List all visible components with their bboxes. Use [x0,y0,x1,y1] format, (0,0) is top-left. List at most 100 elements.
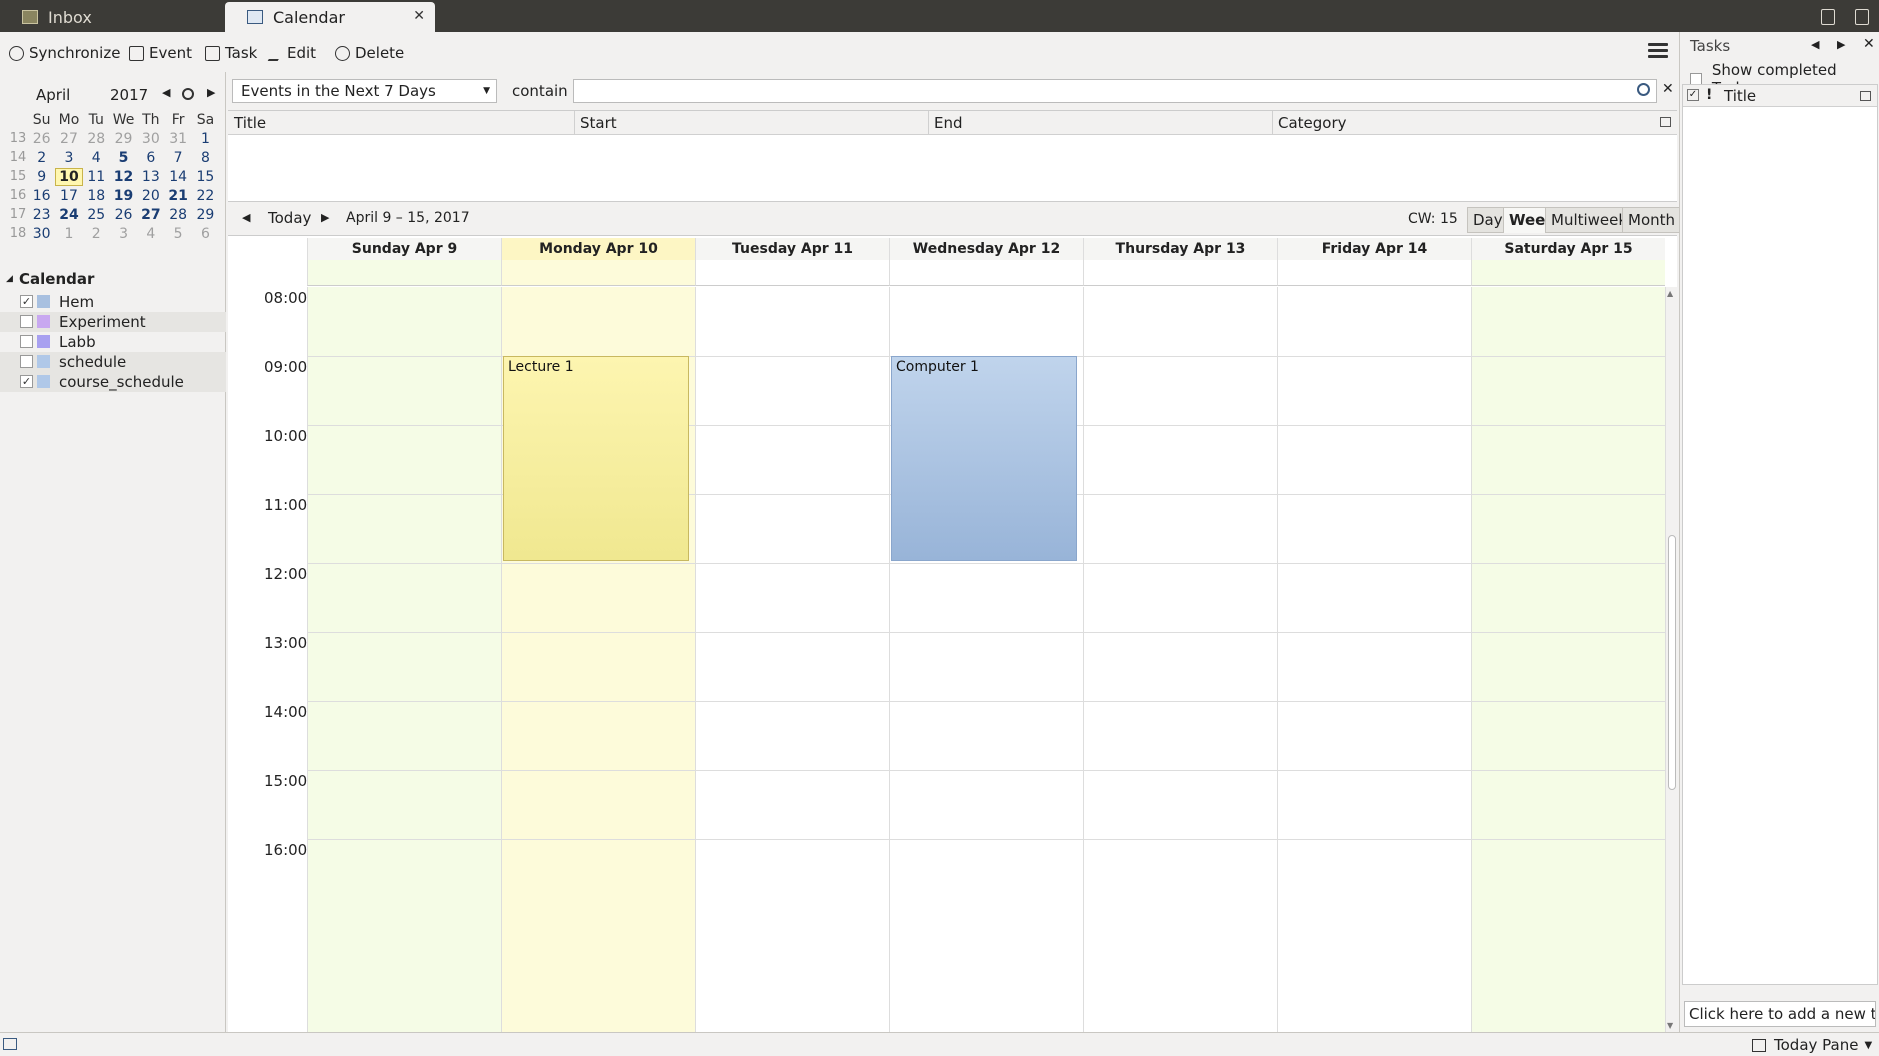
column-picker-icon[interactable] [1860,91,1871,101]
minimonth-day[interactable]: 26 [110,207,137,223]
event-lecture-1[interactable]: Lecture 1 [503,356,689,561]
allday-cell[interactable] [501,260,695,286]
twisty-down-icon[interactable]: ◢ [6,274,13,284]
new-task-button[interactable]: Task [205,42,257,64]
column-start[interactable]: Start [580,114,617,132]
next-week-icon[interactable]: ▶ [321,211,329,224]
minimonth-day[interactable]: 29 [110,131,137,147]
scroll-down-icon[interactable]: ▼ [1667,1021,1673,1030]
allday-cell[interactable] [889,260,1083,286]
minimonth-day[interactable]: 14 [164,169,191,185]
minimonth-day[interactable]: 19 [110,188,137,204]
minimonth-day[interactable]: 3 [55,150,82,166]
minimonth-day[interactable]: 15 [192,169,219,185]
minimonth-day[interactable]: 26 [28,131,55,147]
minimonth-day[interactable]: 31 [164,131,191,147]
completed-column-icon[interactable]: ✓ [1687,89,1699,101]
minimonth-day[interactable]: 4 [137,226,164,242]
event-filter-select[interactable]: Events in the Next 7 Days ▼ [232,79,497,103]
next-pane-icon[interactable]: ▶ [1837,38,1845,51]
event-computer-1[interactable]: Computer 1 [891,356,1077,561]
day-column[interactable] [1277,287,1471,1033]
allday-cell[interactable] [695,260,889,286]
next-month-icon[interactable]: ▶ [207,86,215,99]
checkbox-icon[interactable] [20,355,33,368]
tab-calendar[interactable]: Calendar ✕ [225,2,435,32]
allday-cell[interactable] [1277,260,1471,286]
day-column[interactable] [695,287,889,1033]
calendar-item[interactable]: ✓ course_schedule [0,372,226,392]
hamburger-menu-icon[interactable] [1648,43,1668,61]
week-scrollbar[interactable]: ▲ ▼ [1665,287,1677,1033]
today-pane-button[interactable]: Today Pane ▼ [1752,1036,1872,1054]
minimonth-day[interactable]: 1 [55,226,82,242]
view-tab-month[interactable]: Month [1622,207,1682,233]
minimonth-day[interactable]: 23 [28,207,55,223]
clear-icon[interactable]: ✕ [1662,81,1674,97]
minimonth-day[interactable]: 1 [192,131,219,147]
minimonth-day[interactable]: 10 [55,167,83,186]
day-header[interactable]: Tuesday Apr 11 [695,238,889,260]
day-header[interactable]: Wednesday Apr 12 [889,238,1083,260]
day-header[interactable]: Saturday Apr 15 [1471,238,1665,260]
task-view-icon[interactable] [1855,9,1869,25]
checkbox-icon[interactable] [20,315,33,328]
minimonth-day[interactable]: 27 [137,207,164,223]
allday-cell[interactable] [1471,260,1665,286]
minimonth-day[interactable]: 30 [28,226,55,242]
allday-cell[interactable] [1083,260,1277,286]
view-tab-multiweek[interactable]: Multiweek [1545,207,1634,233]
minimonth-month[interactable]: April [36,86,70,104]
edit-button[interactable]: Edit [267,42,316,64]
minimonth-day[interactable]: 9 [28,169,55,185]
offline-status-icon[interactable] [3,1038,17,1050]
column-category[interactable]: Category [1278,114,1347,132]
delete-button[interactable]: Delete [335,42,404,64]
minimonth-day[interactable]: 16 [28,188,55,204]
calendar-item[interactable]: ✓ Hem [0,292,226,312]
minimonth-day[interactable]: 24 [55,207,82,223]
day-column[interactable] [307,287,501,1033]
minimonth-day[interactable]: 20 [137,188,164,204]
minimonth-day[interactable]: 3 [110,226,137,242]
calendar-item[interactable]: schedule [0,352,226,372]
day-column[interactable] [1083,287,1277,1033]
minimonth-day[interactable]: 21 [164,188,191,204]
minimonth-day[interactable]: 8 [192,150,219,166]
minimonth-day[interactable]: 2 [83,226,110,242]
minimonth-year[interactable]: 2017 [110,86,148,104]
scroll-thumb[interactable] [1668,535,1676,790]
calendar-view-icon[interactable] [1821,9,1835,25]
checkbox-icon[interactable]: ✓ [20,375,33,388]
prev-pane-icon[interactable]: ◀ [1811,38,1819,51]
calendar-item[interactable]: Labb [0,332,226,352]
title-column[interactable]: Title [1724,87,1756,105]
minimonth-day[interactable]: 22 [192,188,219,204]
new-task-input[interactable]: Click here to add a new task [1684,1001,1876,1027]
day-column[interactable] [1471,287,1665,1033]
minimonth-day[interactable]: 7 [164,150,191,166]
minimonth-day[interactable]: 29 [192,207,219,223]
minimonth-day[interactable]: 28 [83,131,110,147]
today-button[interactable]: Today [268,209,311,227]
minimonth-day[interactable]: 2 [28,150,55,166]
time-grid[interactable]: 08:00 09:00 10:00 11:00 12:00 13:00 14:00 15:00… [228,287,1665,1033]
minimonth-day[interactable]: 17 [55,188,82,204]
minimonth-day[interactable]: 5 [110,150,137,166]
close-pane-icon[interactable]: ✕ [1863,36,1875,52]
minimonth-day[interactable]: 6 [137,150,164,166]
prev-week-icon[interactable]: ◀ [242,211,250,224]
synchronize-button[interactable]: Synchronize [9,42,120,64]
calendar-list-heading[interactable]: ◢ Calendar [0,270,226,292]
today-circle-icon[interactable] [182,88,194,100]
minimonth-day[interactable]: 5 [164,226,191,242]
day-header[interactable]: Monday Apr 10 [501,238,695,260]
column-end[interactable]: End [934,114,963,132]
minimonth-day[interactable]: 25 [83,207,110,223]
calendar-item[interactable]: Experiment [0,312,226,332]
checkbox-icon[interactable] [20,335,33,348]
prev-month-icon[interactable]: ◀ [162,86,170,99]
minimonth-day[interactable]: 18 [83,188,110,204]
day-header[interactable]: Friday Apr 14 [1277,238,1471,260]
minimonth-day[interactable]: 28 [164,207,191,223]
